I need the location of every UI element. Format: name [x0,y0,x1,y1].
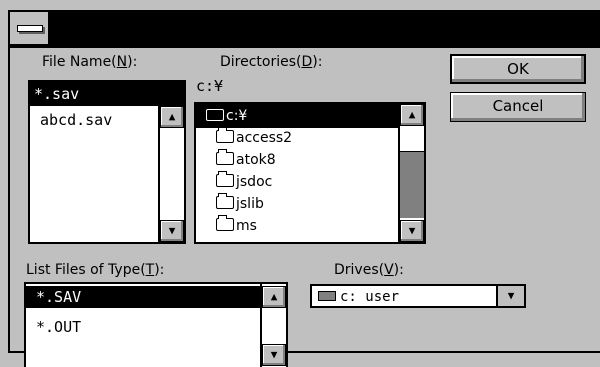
file-type-scrollbar[interactable]: ▲ ▼ [260,284,286,367]
cancel-button[interactable]: Cancel [450,92,586,122]
current-directory-path: c:¥ [196,77,224,95]
file-name-input[interactable]: *.sav [28,80,186,104]
directory-item-root[interactable]: c:¥ [206,106,247,126]
file-list-scrollbar[interactable]: ▲ ▼ [158,106,184,242]
list-item[interactable]: *.OUT [36,317,81,337]
folder-icon [216,215,234,231]
scroll-track[interactable] [400,152,424,218]
system-menu-icon [17,25,43,32]
file-list[interactable]: abcd.sav ▲ ▼ [28,104,186,244]
directory-list-scrollbar[interactable]: ▲ ▼ [398,104,424,242]
file-name-label: File Name(N): [42,54,138,70]
directory-item[interactable]: jslib [216,193,264,214]
list-item[interactable]: *.SAV [36,287,81,307]
directory-item[interactable]: access2 [216,127,292,148]
ok-button[interactable]: OK [450,54,586,84]
folder-icon [216,127,234,143]
directory-item[interactable]: jsdoc [216,171,272,192]
scroll-thumb[interactable] [400,126,424,152]
scroll-up-icon[interactable]: ▲ [262,286,286,308]
file-type-list[interactable]: *.SAV *.OUT ▲ ▼ [24,282,288,367]
drive-icon [318,291,336,301]
window-title: Save As... [283,19,367,37]
scroll-down-icon[interactable]: ▼ [160,220,184,242]
folder-icon [216,149,234,165]
file-type-label: List Files of Type(T): [26,262,165,278]
scroll-down-icon[interactable]: ▼ [262,344,286,366]
scroll-up-icon[interactable]: ▲ [160,106,184,128]
list-item[interactable]: abcd.sav [40,110,112,130]
system-menu-button[interactable] [10,12,50,44]
open-folder-icon [206,109,224,121]
folder-icon [216,193,234,209]
directory-item[interactable]: atok8 [216,149,276,170]
directories-label: Directories(D): [220,54,323,70]
dropdown-arrow-icon[interactable]: ▼ [496,286,524,306]
drives-selected-value: c: user [340,289,400,305]
directory-list[interactable]: c:¥ access2 atok8 jsdoc jslib ms ▲ ▼ [194,102,426,244]
drives-dropdown[interactable]: c: user ▼ [310,284,526,308]
scroll-up-icon[interactable]: ▲ [400,104,424,126]
scroll-down-icon[interactable]: ▼ [400,220,424,242]
folder-icon [216,171,234,187]
drives-label: Drives(V): [334,262,404,278]
directory-item[interactable]: ms [216,215,257,236]
